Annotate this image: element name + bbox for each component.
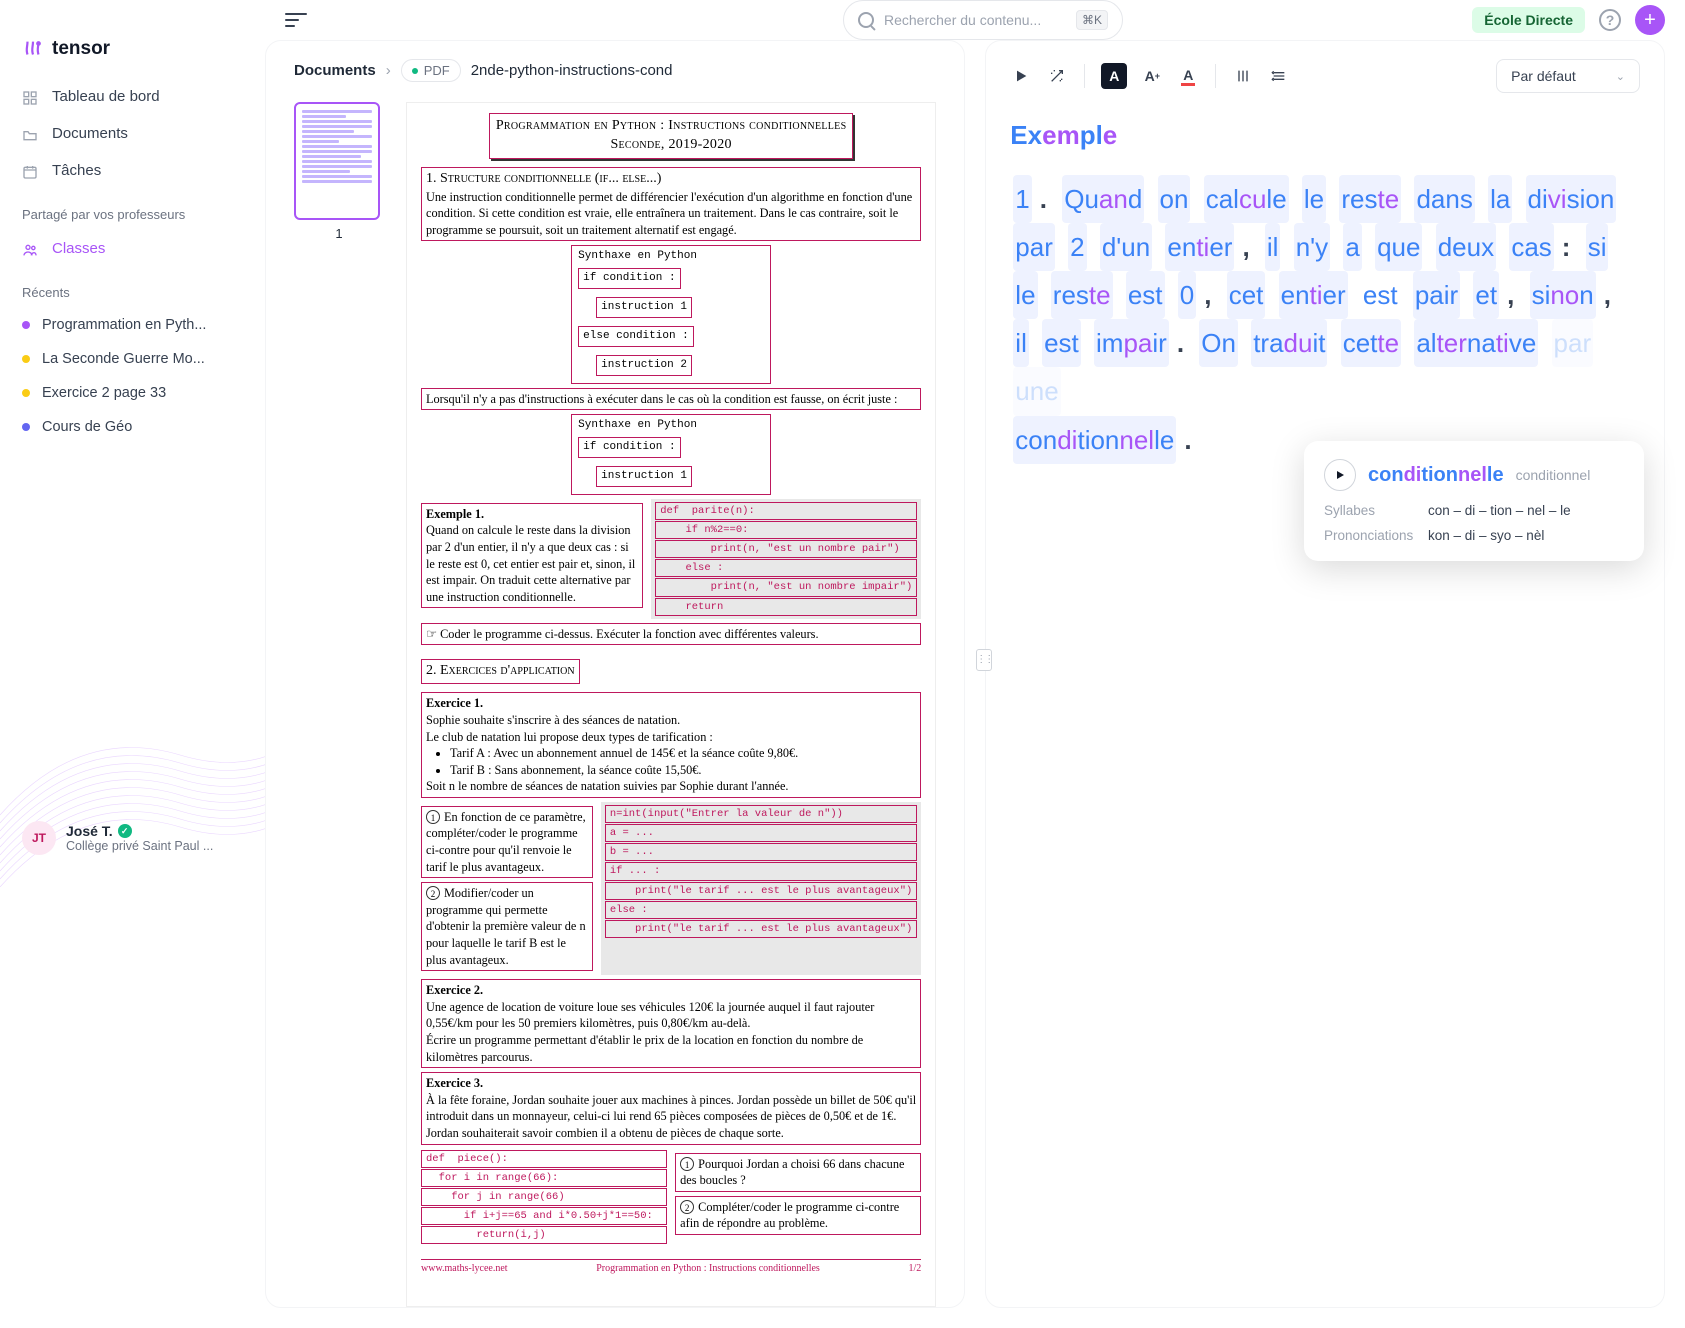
reading-heading: Exemple: [1010, 111, 1640, 159]
search-icon: [858, 12, 874, 28]
avatar: JT: [22, 821, 56, 855]
recent-item[interactable]: Programmation en Pyth...: [0, 308, 265, 342]
logo[interactable]: tensor: [22, 38, 243, 60]
style-select[interactable]: Par défaut⌄: [1496, 59, 1640, 93]
recent-item[interactable]: Exercice 2 page 33: [0, 376, 265, 410]
thumbnail-page-number: 1: [294, 226, 384, 241]
magic-button[interactable]: [1046, 65, 1068, 87]
nav-dashboard[interactable]: Tableau de bord: [0, 78, 265, 115]
popover-type: conditionnel: [1516, 467, 1591, 483]
shared-label: Partagé par vos professeurs: [0, 189, 265, 230]
breadcrumb-root[interactable]: Documents: [294, 62, 376, 79]
pronounce-button[interactable]: [1324, 459, 1356, 491]
spacing-v-button[interactable]: [1268, 65, 1290, 87]
breadcrumb: Documents › PDF 2nde-python-instructions…: [294, 59, 936, 82]
font-button[interactable]: A: [1101, 63, 1127, 89]
page-thumbnail[interactable]: [294, 102, 380, 220]
folder-icon: [22, 127, 40, 141]
word-popover: conditionnelle conditionnel Syllabescon …: [1304, 441, 1644, 561]
help-button[interactable]: ?: [1599, 9, 1621, 31]
chevron-down-icon: ⌄: [1616, 70, 1625, 83]
font-size-button[interactable]: A+: [1141, 65, 1163, 87]
search-input[interactable]: Rechercher du contenu... ⌘K: [843, 0, 1123, 40]
integration-badge[interactable]: École Directe: [1472, 7, 1585, 33]
nav-classes[interactable]: Classes: [0, 230, 265, 267]
dot-icon: [22, 355, 30, 363]
resize-handle[interactable]: ⋮⋮: [976, 649, 992, 671]
user-card[interactable]: JT José T.✓ Collège privé Saint Paul ...: [0, 809, 265, 867]
dot-icon: [22, 423, 30, 431]
text-color-button[interactable]: A: [1177, 65, 1199, 87]
breadcrumb-title: 2nde-python-instructions-cond: [471, 62, 673, 79]
users-icon: [22, 242, 40, 256]
user-name: José T.✓: [66, 823, 213, 839]
shortcut-badge: ⌘K: [1076, 10, 1108, 30]
add-button[interactable]: +: [1635, 5, 1665, 35]
menu-toggle[interactable]: [285, 6, 313, 34]
file-type-badge: PDF: [401, 59, 461, 82]
nav-documents[interactable]: Documents: [0, 115, 265, 152]
user-school: Collège privé Saint Paul ...: [66, 839, 213, 853]
dot-icon: [22, 389, 30, 397]
reading-text: Exemple 1. Quand on calcule le reste dan…: [1010, 111, 1640, 464]
calendar-icon: [22, 164, 40, 178]
document-page[interactable]: Programmation en Python : Instructions c…: [406, 102, 936, 1307]
play-button[interactable]: [1010, 65, 1032, 87]
nav-tasks[interactable]: Tâches: [0, 152, 265, 189]
chevron-right-icon: ›: [386, 62, 391, 79]
recent-item[interactable]: Cours de Géo: [0, 410, 265, 444]
recent-item[interactable]: La Seconde Guerre Mo...: [0, 342, 265, 376]
dot-icon: [22, 321, 30, 329]
dashboard-icon: [22, 90, 40, 104]
popover-word: conditionnelle: [1368, 464, 1504, 487]
verified-icon: ✓: [118, 824, 132, 838]
spacing-h-button[interactable]: [1232, 65, 1254, 87]
recents-label: Récents: [0, 267, 265, 308]
